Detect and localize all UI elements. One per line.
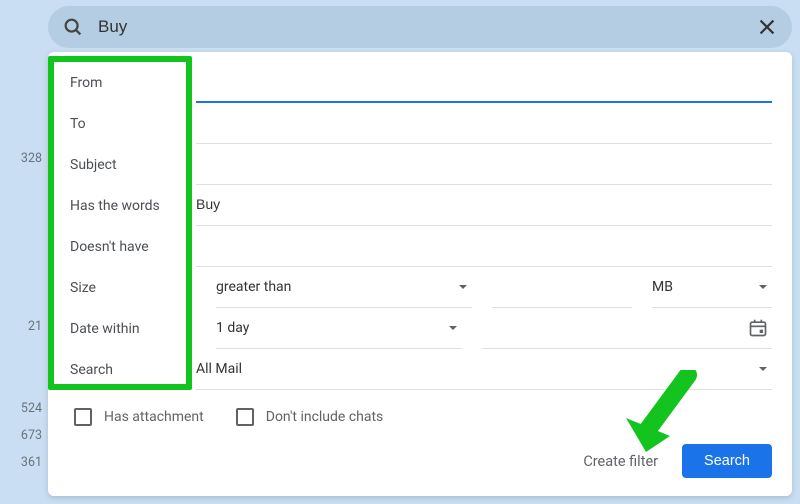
search-in-select[interactable]: All Mail xyxy=(196,349,772,390)
checkbox-icon xyxy=(74,408,92,426)
checkbox-icon xyxy=(236,408,254,426)
sidebar-counts: 328 21 524 673 361 xyxy=(0,0,48,504)
sidebar-count: 361 xyxy=(0,455,42,470)
subject-label: Subject xyxy=(68,157,196,173)
to-field[interactable] xyxy=(196,103,772,144)
date-within-select[interactable]: 1 day xyxy=(216,308,462,349)
size-op-select[interactable]: greater than xyxy=(216,267,472,308)
doesnt-have-field[interactable] xyxy=(196,226,772,267)
date-picker[interactable] xyxy=(482,308,772,349)
close-icon[interactable] xyxy=(756,16,778,38)
search-in-value: All Mail xyxy=(196,361,242,377)
size-unit-select[interactable]: MB xyxy=(652,267,772,308)
subject-input[interactable] xyxy=(196,155,772,173)
from-field[interactable] xyxy=(196,62,772,103)
date-within-label: Date within xyxy=(68,321,196,337)
search-in-label: Search xyxy=(68,362,196,378)
search-input[interactable] xyxy=(84,17,756,37)
to-input[interactable] xyxy=(196,114,772,132)
sidebar-count: 524 xyxy=(0,401,42,416)
chevron-down-icon xyxy=(458,282,468,292)
size-label: Size xyxy=(68,280,196,296)
has-attachment-label: Has attachment xyxy=(104,409,204,425)
to-label: To xyxy=(68,116,196,132)
doesnt-have-input[interactable] xyxy=(196,237,772,255)
filter-panel: From To Subject Has the words Doesn't ha… xyxy=(48,52,792,496)
search-icon xyxy=(62,16,84,38)
sidebar-count: 673 xyxy=(0,428,42,443)
has-words-input[interactable] xyxy=(196,196,772,214)
chevron-down-icon xyxy=(758,364,768,374)
search-button[interactable]: Search xyxy=(682,444,772,478)
size-number-field[interactable] xyxy=(492,267,632,308)
dont-include-chats-label: Don't include chats xyxy=(266,409,384,425)
create-filter-button[interactable]: Create filter xyxy=(579,447,662,476)
size-unit-value: MB xyxy=(652,279,673,295)
has-attachment-checkbox[interactable]: Has attachment xyxy=(74,408,204,426)
sidebar-count: 21 xyxy=(0,319,42,334)
date-within-value: 1 day xyxy=(216,320,249,336)
from-input[interactable] xyxy=(196,73,772,91)
from-label: From xyxy=(68,75,196,91)
calendar-icon xyxy=(748,318,768,338)
subject-field[interactable] xyxy=(196,144,772,185)
doesnt-have-label: Doesn't have xyxy=(68,239,196,255)
has-words-field[interactable] xyxy=(196,185,772,226)
chevron-down-icon xyxy=(448,323,458,333)
size-op-value: greater than xyxy=(216,279,291,295)
dont-include-chats-checkbox[interactable]: Don't include chats xyxy=(236,408,384,426)
search-bar[interactable] xyxy=(48,6,792,48)
sidebar-count: 328 xyxy=(0,151,42,166)
has-words-label: Has the words xyxy=(68,198,196,214)
chevron-down-icon xyxy=(758,282,768,292)
